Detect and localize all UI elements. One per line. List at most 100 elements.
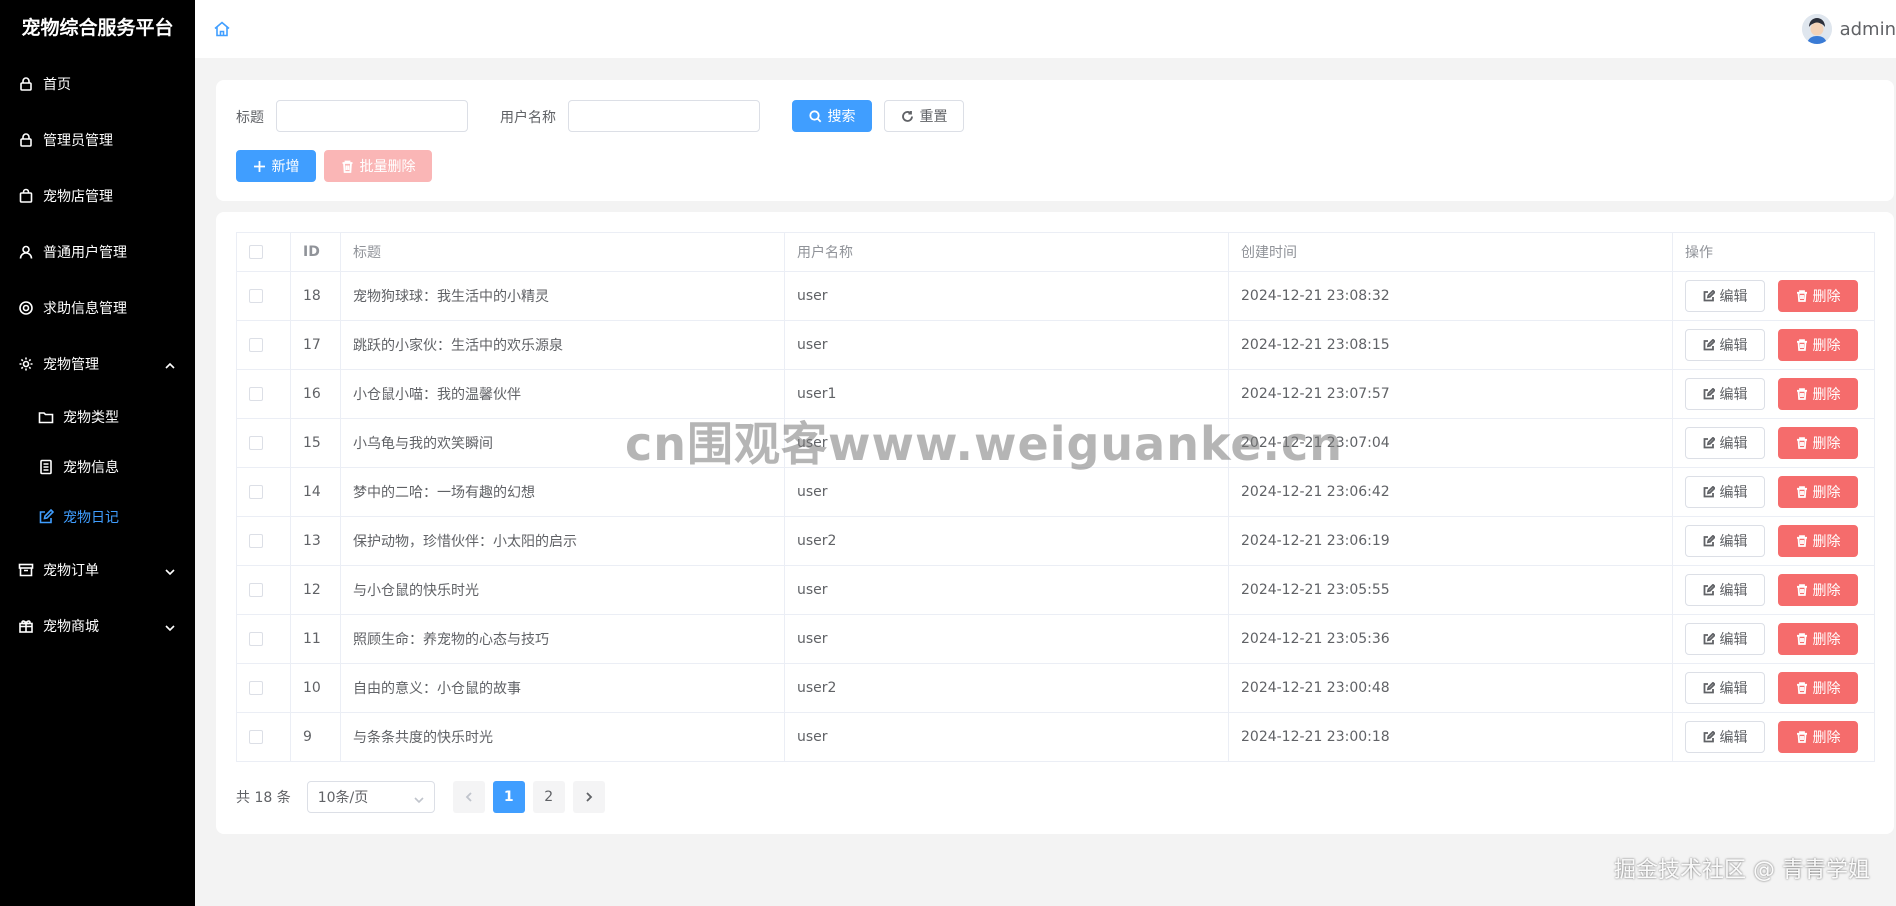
sidebar-subitem-pet-type[interactable]: 宠物类型: [0, 392, 195, 442]
row-username: user: [784, 712, 1229, 762]
row-select-cell[interactable]: [236, 663, 291, 713]
top-header: admin: [195, 0, 1896, 58]
sidebar-subitem-pet-info[interactable]: 宠物信息: [0, 442, 195, 492]
delete-button[interactable]: 删除: [1778, 427, 1858, 459]
search-panel: 标题 用户名称 搜索 重置 新增 批量删除: [216, 80, 1894, 201]
edit-button[interactable]: 编辑: [1685, 427, 1765, 459]
row-checkbox[interactable]: [249, 338, 263, 352]
edit-button[interactable]: 编辑: [1685, 378, 1765, 410]
folder-icon: [38, 409, 54, 425]
row-select-cell[interactable]: [236, 614, 291, 664]
search-button[interactable]: 搜索: [792, 100, 872, 132]
edit-button-label: 编辑: [1719, 632, 1748, 648]
row-title: 保护动物，珍惜伙伴：小太阳的启示: [340, 516, 785, 566]
row-select-cell[interactable]: [236, 565, 291, 615]
username-input[interactable]: [568, 100, 760, 132]
row-select-cell[interactable]: [236, 467, 291, 517]
row-select-cell[interactable]: [236, 418, 291, 468]
chevron-up-icon: [165, 359, 175, 369]
delete-button-label: 删除: [1812, 730, 1841, 746]
row-select-cell[interactable]: [236, 271, 291, 321]
row-checkbox[interactable]: [249, 583, 263, 597]
sidebar-item-pet-manage[interactable]: 宠物管理: [0, 336, 195, 392]
row-title: 与小仓鼠的快乐时光: [340, 565, 785, 615]
delete-button[interactable]: 删除: [1778, 280, 1858, 312]
row-select-cell[interactable]: [236, 320, 291, 370]
row-created: 2024-12-21 23:07:04: [1228, 418, 1673, 468]
batch-delete-button[interactable]: 批量删除: [324, 150, 432, 182]
delete-button[interactable]: 删除: [1778, 476, 1858, 508]
row-username: user: [784, 271, 1229, 321]
row-checkbox[interactable]: [249, 534, 263, 548]
delete-button[interactable]: 删除: [1778, 378, 1858, 410]
trash-icon: [1796, 388, 1807, 400]
select-all-cell[interactable]: [236, 232, 291, 272]
row-select-cell[interactable]: [236, 369, 291, 419]
box-icon: [18, 562, 34, 578]
title-input[interactable]: [276, 100, 468, 132]
delete-button[interactable]: 删除: [1778, 525, 1858, 557]
page-button-1[interactable]: 1: [492, 781, 525, 813]
add-button[interactable]: 新增: [236, 150, 316, 182]
row-checkbox[interactable]: [249, 681, 263, 695]
sidebar-subitem-pet-diary[interactable]: 宠物日记: [0, 492, 195, 542]
gear-icon: [18, 356, 34, 372]
sidebar-subitem-label: 宠物类型: [63, 410, 119, 426]
edit-button[interactable]: 编辑: [1685, 623, 1765, 655]
column-header-title: 标题: [340, 232, 785, 272]
sidebar-item-label: 首页: [43, 77, 71, 93]
row-checkbox[interactable]: [249, 730, 263, 744]
trash-icon: [1796, 633, 1807, 645]
prev-page-button[interactable]: [452, 781, 485, 813]
column-header-created: 创建时间: [1228, 232, 1673, 272]
row-checkbox[interactable]: [249, 387, 263, 401]
row-actions: 编辑 删除: [1672, 418, 1875, 468]
page-size-select[interactable]: 10条/页: [306, 781, 435, 813]
edit-button[interactable]: 编辑: [1685, 574, 1765, 606]
refresh-icon: [901, 110, 913, 122]
table-row: 17 跳跃的小家伙：生活中的欢乐源泉 user 2024-12-21 23:08:15…: [236, 320, 1875, 370]
trash-icon: [1796, 290, 1807, 302]
select-all-checkbox[interactable]: [249, 245, 263, 259]
reset-button[interactable]: 重置: [884, 100, 964, 132]
edit-button[interactable]: 编辑: [1685, 525, 1765, 557]
sidebar-item-admin[interactable]: 管理员管理: [0, 112, 195, 168]
row-checkbox[interactable]: [249, 632, 263, 646]
delete-button-label: 删除: [1812, 436, 1841, 452]
row-actions: 编辑 删除: [1672, 271, 1875, 321]
sidebar-item-pet-shop[interactable]: 宠物店管理: [0, 168, 195, 224]
delete-button[interactable]: 删除: [1778, 623, 1858, 655]
next-page-button[interactable]: [572, 781, 605, 813]
edit-button[interactable]: 编辑: [1685, 329, 1765, 361]
sidebar: 宠物综合服务平台 首页 管理员管理 宠物店管理 普通用户管理 求助信息管理 宠物…: [0, 0, 195, 906]
delete-button[interactable]: 删除: [1778, 329, 1858, 361]
sidebar-item-home[interactable]: 首页: [0, 56, 195, 112]
row-username: user: [784, 467, 1229, 517]
diary-table: ID 标题 用户名称 创建时间 操作 18 宠物狗球球：我生活中的小精灵 user 2…: [236, 232, 1875, 762]
sidebar-item-users[interactable]: 普通用户管理: [0, 224, 195, 280]
edit-button[interactable]: 编辑: [1685, 721, 1765, 753]
home-icon[interactable]: [213, 20, 231, 38]
user-menu[interactable]: admin: [1801, 14, 1896, 44]
edit-button[interactable]: 编辑: [1685, 280, 1765, 312]
edit-icon: [1703, 682, 1715, 694]
sidebar-item-pet-order[interactable]: 宠物订单: [0, 542, 195, 598]
sidebar-item-help[interactable]: 求助信息管理: [0, 280, 195, 336]
edit-button-label: 编辑: [1719, 289, 1748, 305]
row-select-cell[interactable]: [236, 516, 291, 566]
row-select-cell[interactable]: [236, 712, 291, 762]
row-checkbox[interactable]: [249, 485, 263, 499]
row-actions: 编辑 删除: [1672, 369, 1875, 419]
edit-button[interactable]: 编辑: [1685, 476, 1765, 508]
page-button-2[interactable]: 2: [532, 781, 565, 813]
delete-button[interactable]: 删除: [1778, 672, 1858, 704]
edit-button[interactable]: 编辑: [1685, 672, 1765, 704]
lifebuoy-icon: [18, 300, 34, 316]
delete-button[interactable]: 删除: [1778, 721, 1858, 753]
row-checkbox[interactable]: [249, 436, 263, 450]
row-id: 17: [290, 320, 341, 370]
row-checkbox[interactable]: [249, 289, 263, 303]
trash-icon: [1796, 339, 1807, 351]
delete-button[interactable]: 删除: [1778, 574, 1858, 606]
sidebar-item-pet-mall[interactable]: 宠物商城: [0, 598, 195, 654]
